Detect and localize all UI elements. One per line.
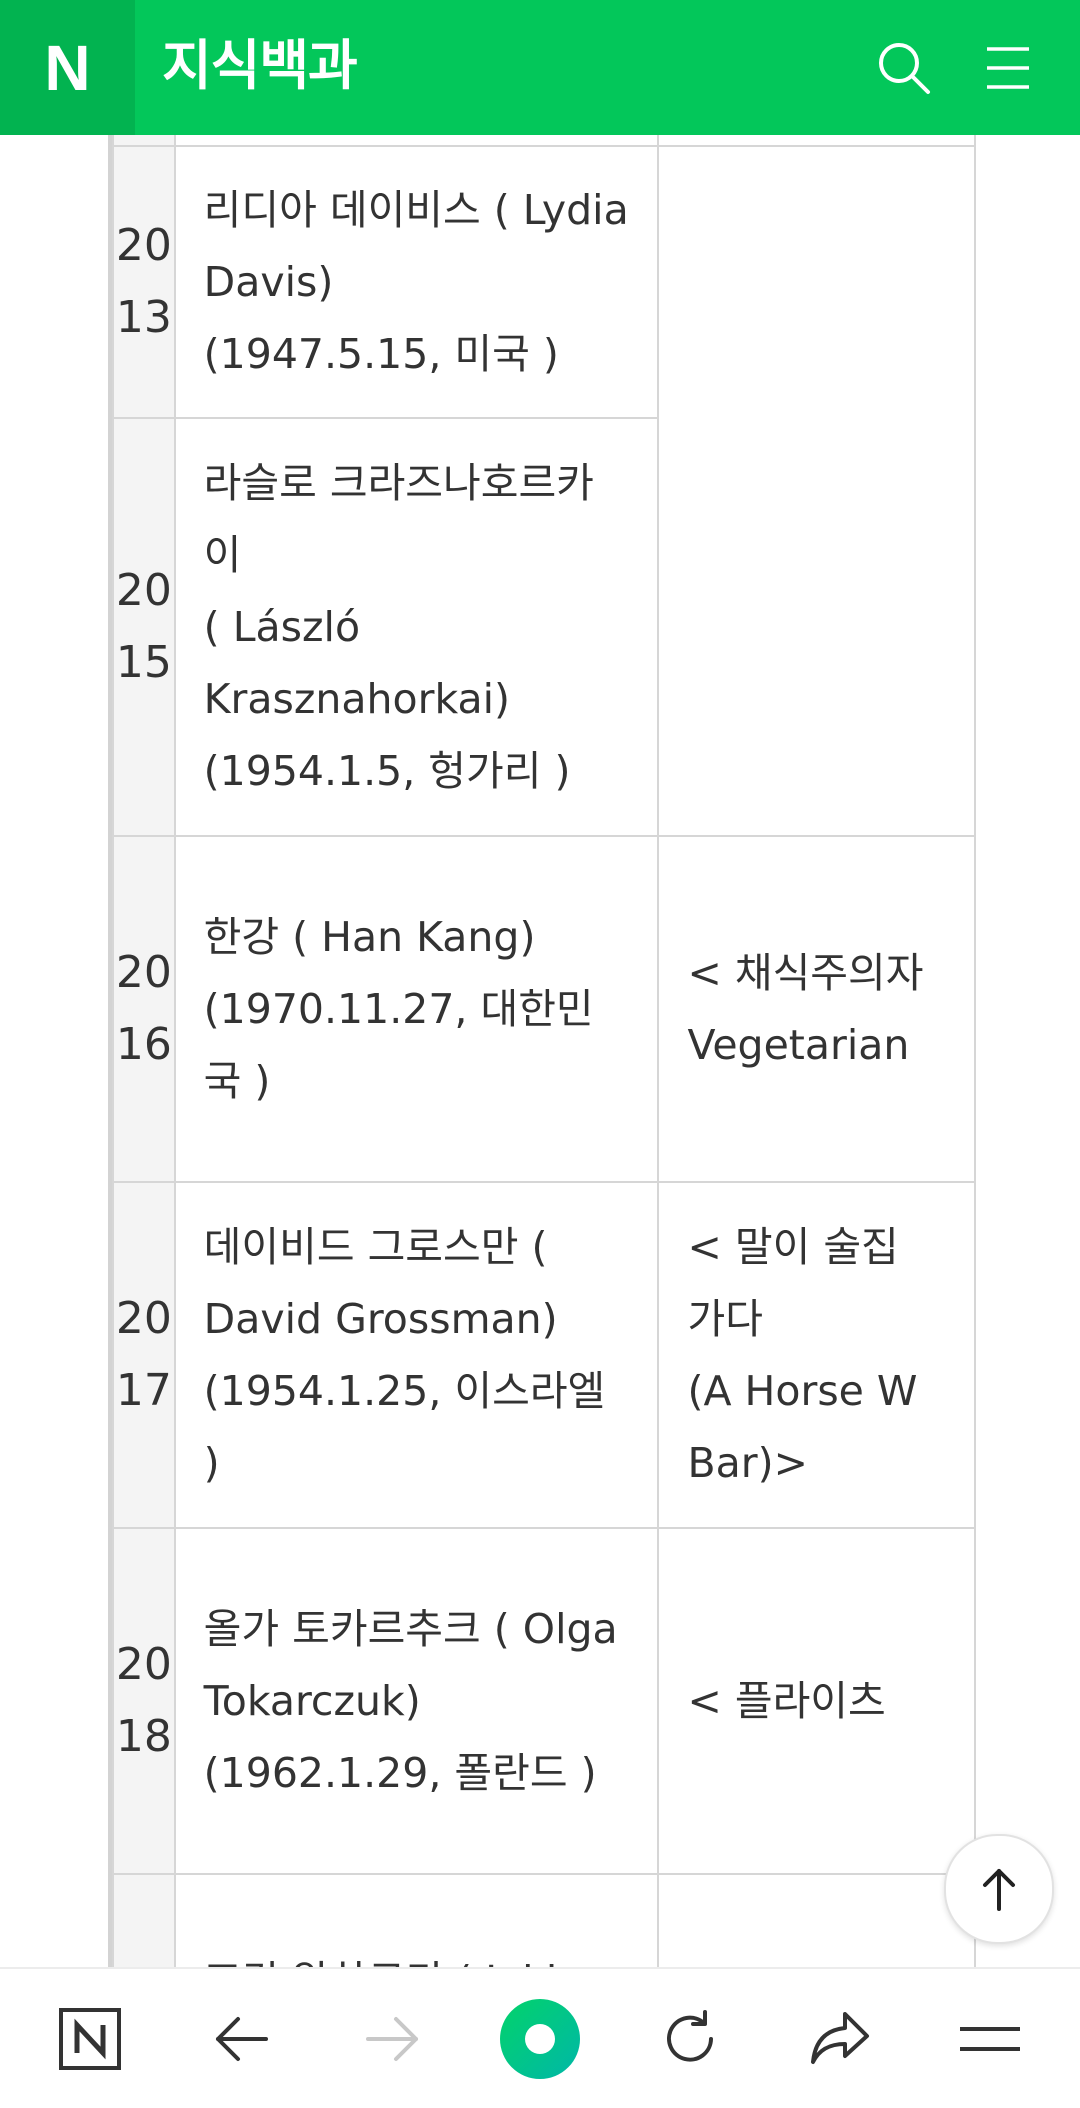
laureate-name-line: (1954.1.25, 이스라엘 (203, 1367, 606, 1415)
forward-arrow-icon (366, 2017, 418, 2061)
menu-button[interactable] (970, 30, 1046, 106)
share-button[interactable] (790, 1989, 890, 2089)
year-cell: 20 13 (112, 145, 176, 419)
laureate-name-line: 국 ) (203, 1057, 271, 1105)
naver-home-button[interactable] (40, 1989, 140, 2089)
year-cell: 20 16 (112, 835, 176, 1183)
table-row: 20 13 리디아 데이비스 ( Lydia Davis) (1947.5.15, 미국… (112, 145, 976, 837)
share-icon (811, 2012, 869, 2064)
year-text: 20 (115, 1639, 172, 1690)
year-text: 20 (115, 1293, 172, 1344)
work-title-cell: < 플라이츠 (657, 1527, 976, 1875)
green-dot-button[interactable] (490, 1989, 590, 2089)
search-button[interactable] (866, 30, 942, 106)
work-title-cell: < 말이 술집가다 (A Horse W Bar)> (657, 1181, 976, 1529)
back-arrow-icon (216, 2017, 268, 2061)
laureate-name-cell: 한강 ( Han Kang) (1970.11.27, 대한민국 ) (173, 835, 660, 1183)
work-title-line: < 플라이츠 (687, 1677, 886, 1725)
work-title-line: Vegetarian (687, 1021, 910, 1069)
year-cell: 20 18 (112, 1527, 176, 1875)
laureate-name-line: Tokarczuk) (203, 1677, 421, 1725)
forward-button[interactable] (342, 1989, 442, 2089)
laureate-name-line: ( László (203, 603, 361, 651)
laureate-name-cell: 데이비드 그로스만 ( David Grossman) (1954.1.25, 이스… (173, 1181, 660, 1529)
work-title-cell (657, 1873, 976, 1967)
year-text: 20 (115, 565, 172, 616)
table-row: 조킨 알하르티 ( Jokha (112, 1873, 976, 1967)
laureate-name-line: 이 (203, 531, 242, 579)
refresh-button[interactable] (640, 1989, 740, 2089)
naver-home-icon (59, 2008, 121, 2070)
work-cell-empty (657, 145, 976, 837)
year-text: 16 (115, 1019, 172, 1070)
work-title-line: < 말이 술집 (687, 1223, 899, 1271)
laureate-name-cell: 리디아 데이비스 ( Lydia Davis) (1947.5.15, 미국 ) (173, 145, 660, 419)
table-row: 20 18 올가 토카르추크 ( Olga Tokarczuk) (1962.1.29,… (112, 1527, 976, 1875)
green-dot-icon (500, 1999, 580, 2079)
laureate-name-line: 조킨 알하르티 ( Jokha (204, 1945, 630, 1967)
laureate-table-scroller[interactable]: 20 13 리디아 데이비스 ( Lydia Davis) (1947.5.15, 미국… (108, 135, 976, 1967)
laureate-name-line: 올가 토카르추크 ( Olga (203, 1605, 618, 1653)
work-title-cell: < 채식주의자 Vegetarian (657, 835, 976, 1183)
scroll-to-top-button[interactable] (944, 1834, 1054, 1944)
laureate-name-line: 리디아 데이비스 ( Lydia (203, 186, 629, 234)
more-menu-button[interactable] (940, 1989, 1040, 2089)
year-text: 13 (115, 292, 172, 343)
content-area[interactable]: 20 13 리디아 데이비스 ( Lydia Davis) (1947.5.15, 미국… (0, 135, 1080, 1967)
laureate-name-line: David Grossman) (203, 1295, 558, 1343)
laureate-name-cell: 올가 토카르추크 ( Olga Tokarczuk) (1962.1.29, 폴란드… (173, 1527, 660, 1875)
year-text: 18 (115, 1711, 172, 1762)
laureate-name-line: 한강 ( Han Kang) (203, 913, 536, 961)
laureate-name-line: Davis) (203, 258, 334, 306)
laureate-name-line: ) (203, 1439, 220, 1487)
table-cell (173, 135, 660, 147)
table-cell (112, 135, 176, 147)
bottom-toolbar (0, 1967, 1080, 2108)
laureate-name-line: (1970.11.27, 대한민 (203, 985, 594, 1033)
laureate-name-line: (1947.5.15, 미국 ) (203, 330, 559, 378)
work-title-line: Bar)> (687, 1439, 808, 1487)
laureate-name-line: (1954.1.5, 헝가리 ) (203, 747, 571, 795)
search-icon (879, 43, 930, 94)
arrow-up-icon (983, 1869, 1015, 1911)
laureate-name-line: 데이비드 그로스만 ( (203, 1223, 548, 1271)
top-header: N 지식백과 (0, 0, 1080, 135)
table-row: 20 16 한강 ( Han Kang) (1970.11.27, 대한민 국 ) < 채… (112, 835, 976, 1183)
page-title[interactable]: 지식백과 (162, 0, 358, 135)
year-text: 17 (115, 1365, 172, 1416)
work-title-line: (A Horse W (687, 1367, 918, 1415)
back-button[interactable] (192, 1989, 292, 2089)
menu-icon (960, 2027, 1020, 2051)
laureate-name-cell: 라슬로 크라즈나호르카이 ( László Krasznahorkai) (1954.… (173, 417, 660, 837)
work-title-line: < 채식주의자 (687, 949, 924, 997)
laureate-name-line: Krasznahorkai) (203, 675, 510, 723)
year-cell: 20 15 (112, 417, 176, 837)
laureate-name-line: (1962.1.29, 폴란드 ) (203, 1749, 597, 1797)
year-text: 20 (115, 947, 172, 998)
laureate-name-cell: 조킨 알하르티 ( Jokha (173, 1873, 660, 1967)
year-cell (112, 1873, 176, 1967)
naver-logo[interactable]: N (0, 0, 135, 135)
naver-logo-text: N (44, 31, 91, 104)
laureate-name-line: 라슬로 크라즈나호르카 (203, 459, 594, 507)
table-row: 20 17 데이비드 그로스만 (David Grossman) (1954.1.25… (112, 1181, 976, 1529)
table-row (112, 135, 976, 147)
work-title-line: 가다 (687, 1295, 763, 1343)
laureate-table: 20 13 리디아 데이비스 ( Lydia Davis) (1947.5.15, 미국… (112, 135, 976, 1967)
table-cell (657, 135, 976, 147)
year-cell: 20 17 (112, 1181, 176, 1529)
hamburger-menu-icon (987, 47, 1029, 89)
year-text: 20 (115, 220, 172, 271)
year-text: 15 (115, 637, 172, 688)
refresh-icon (667, 2010, 713, 2062)
